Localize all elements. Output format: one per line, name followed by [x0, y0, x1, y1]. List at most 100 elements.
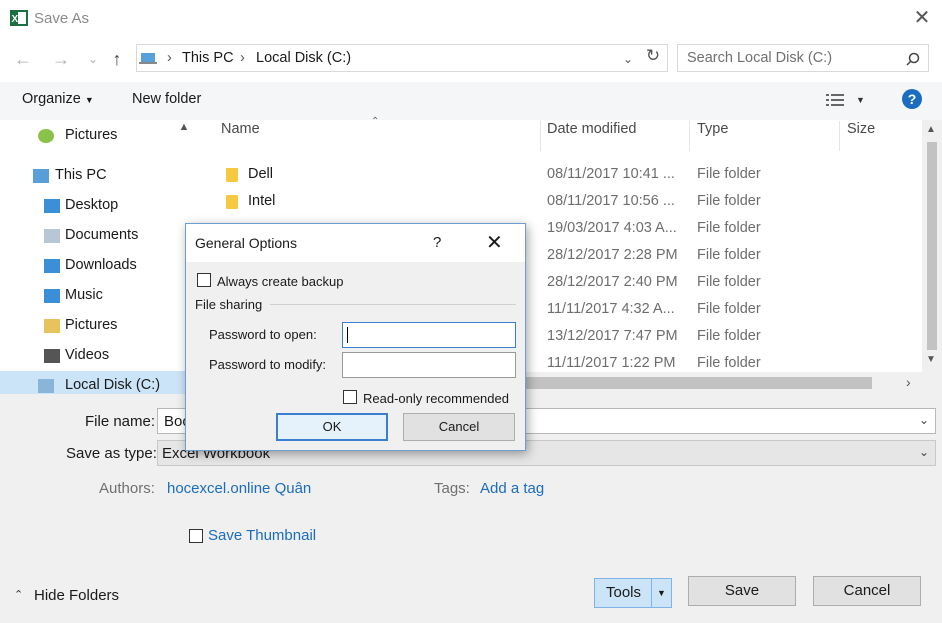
ok-button[interactable]: OK — [276, 413, 388, 441]
always-backup-text: Always create backup — [217, 274, 344, 289]
chevron-down-icon[interactable]: ⌄ — [919, 413, 929, 427]
search-box[interactable]: Search Local Disk (C:) — [677, 44, 929, 72]
excel-icon: X — [10, 10, 28, 26]
general-options-dialog: General Options ? ✕ Always create backup… — [185, 223, 526, 451]
close-icon[interactable]: ✕ — [486, 230, 503, 255]
back-arrow-icon[interactable]: ← — [10, 46, 36, 72]
sort-ascending-icon: ⌃ — [371, 116, 380, 127]
password-open-label: Password to open: — [209, 327, 317, 342]
sidebar-item-videos[interactable]: Videos — [0, 341, 186, 371]
scroll-right-icon[interactable]: › — [906, 374, 911, 390]
sidebar-item-downloads[interactable]: Downloads — [0, 251, 186, 281]
documents-icon — [44, 229, 60, 243]
dropdown-arrow-icon[interactable]: ▼ — [657, 579, 666, 607]
sidebar-item-documents[interactable]: Documents — [0, 221, 186, 251]
hide-folders-button[interactable]: Hide Folders — [34, 587, 119, 604]
scrollbar-thumb[interactable] — [526, 377, 872, 389]
column-date-modified[interactable]: Date modified — [547, 121, 636, 137]
music-icon — [44, 289, 60, 303]
save-button[interactable]: Save — [688, 576, 796, 606]
sidebar-item-pictures[interactable]: Pictures — [0, 311, 186, 341]
always-backup-checkbox[interactable] — [197, 273, 211, 287]
forward-arrow-icon[interactable]: → — [48, 46, 74, 72]
refresh-icon[interactable]: ↻ — [642, 46, 664, 70]
breadcrumb-local-disk[interactable]: Local Disk (C:) — [256, 50, 351, 66]
organize-button[interactable]: Organize ▼ — [22, 91, 94, 107]
file-type: File folder — [697, 247, 761, 263]
column-size[interactable]: Size — [847, 121, 875, 137]
save-thumbnail-label[interactable]: Save Thumbnail — [208, 527, 316, 544]
save-thumbnail-checkbox[interactable] — [189, 529, 203, 543]
pc-icon — [139, 53, 157, 64]
close-icon[interactable]: ✕ — [910, 6, 934, 30]
password-modify-input[interactable] — [342, 352, 516, 378]
divider — [651, 579, 652, 607]
cancel-button[interactable]: Cancel — [813, 576, 921, 606]
tools-label: Tools — [606, 584, 642, 601]
scroll-up-icon[interactable]: ▲ — [926, 124, 936, 135]
file-sharing-heading: File sharing — [195, 297, 263, 312]
divider — [270, 304, 516, 305]
pictures-icon — [38, 129, 54, 143]
file-type: File folder — [697, 355, 761, 371]
column-divider[interactable] — [689, 121, 690, 151]
sidebar-item-label: Music — [65, 287, 103, 303]
chevron-down-icon: ⌄ — [918, 445, 929, 459]
sidebar-item-label: Documents — [65, 227, 139, 243]
sidebar-item-label: Pictures — [65, 317, 118, 333]
chevron-up-icon[interactable]: ⌃ — [14, 588, 23, 601]
sidebar-item-label: This PC — [55, 167, 107, 183]
save-type-label: Save as type: — [66, 445, 157, 462]
organize-label: Organize — [22, 91, 81, 107]
column-type[interactable]: Type — [697, 121, 728, 137]
column-name[interactable]: Name — [221, 121, 260, 137]
scroll-down-icon[interactable]: ▼ — [926, 354, 936, 365]
table-row[interactable]: Dell 08/11/2017 10:41 ... File folder — [200, 161, 922, 188]
file-type: File folder — [697, 193, 761, 209]
table-row[interactable]: Intel 08/11/2017 10:56 ... File folder — [200, 188, 922, 215]
help-icon[interactable]: ? — [902, 89, 922, 109]
file-name-label: File name: — [85, 413, 156, 430]
file-type: File folder — [697, 220, 761, 236]
tools-button[interactable]: Tools ▼ — [594, 578, 672, 608]
file-date: 13/12/2017 7:47 PM — [547, 328, 678, 344]
file-name: Dell — [248, 166, 273, 182]
dialog-cancel-button[interactable]: Cancel — [403, 413, 515, 441]
always-backup-label[interactable]: Always create backup — [217, 274, 343, 289]
scroll-up-icon[interactable]: ▲ — [176, 121, 192, 137]
sidebar-item-pictures-quick[interactable]: Pictures — [0, 121, 186, 151]
tags-input[interactable]: Add a tag — [480, 480, 544, 497]
tags-label: Tags: — [434, 480, 470, 497]
address-dropdown-icon[interactable]: ⌄ — [623, 52, 633, 66]
view-dropdown-icon[interactable]: ▼ — [856, 95, 865, 105]
breadcrumb-this-pc[interactable]: This PC — [182, 50, 234, 66]
file-date: 19/03/2017 4:03 A... — [547, 220, 677, 236]
sidebar-item-this-pc[interactable]: This PC — [0, 161, 186, 191]
file-type: File folder — [697, 301, 761, 317]
recent-chevron-icon[interactable]: ⌄ — [80, 46, 106, 72]
sidebar-item-desktop[interactable]: Desktop — [0, 191, 186, 221]
scrollbar-thumb[interactable] — [927, 142, 937, 350]
new-folder-button[interactable]: New folder — [132, 91, 201, 107]
file-date: 28/12/2017 2:40 PM — [547, 274, 678, 290]
read-only-label[interactable]: Read-only recommended — [363, 391, 509, 406]
help-icon[interactable]: ? — [433, 234, 441, 251]
sidebar-item-label: Pictures — [65, 127, 118, 143]
view-options-icon[interactable] — [826, 93, 846, 107]
up-arrow-icon[interactable]: ↑ — [104, 46, 130, 72]
breadcrumb-separator: › — [240, 50, 245, 66]
column-divider[interactable] — [540, 121, 541, 151]
column-divider[interactable] — [839, 121, 840, 151]
authors-value[interactable]: hocexcel.online Quân — [167, 480, 311, 497]
password-open-input[interactable] — [342, 322, 516, 348]
pc-icon — [33, 169, 49, 183]
search-input[interactable]: Search Local Disk (C:) — [687, 50, 832, 66]
dropdown-arrow-icon: ▼ — [84, 95, 94, 105]
sidebar-item-music[interactable]: Music — [0, 281, 186, 311]
dialog-title-bar: General Options ? ✕ — [186, 224, 525, 262]
address-bar[interactable]: › This PC › Local Disk (C:) ⌄ — [136, 44, 668, 72]
search-icon[interactable] — [906, 52, 920, 66]
vertical-scrollbar[interactable]: ▲ ▼ — [922, 120, 942, 372]
title-bar — [0, 0, 942, 38]
read-only-checkbox[interactable] — [343, 390, 357, 404]
